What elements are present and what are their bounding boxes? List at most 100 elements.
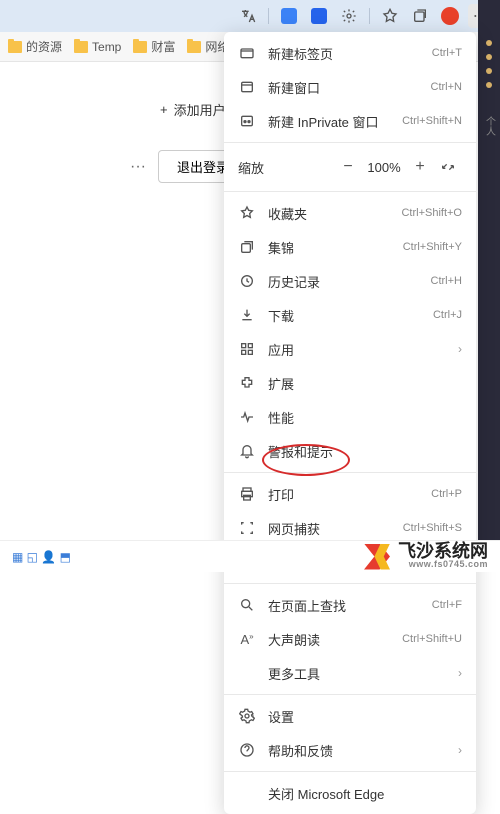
sidebar-dot[interactable]: [486, 40, 492, 46]
menu-performance[interactable]: 性能: [224, 400, 476, 434]
menu-shortcut: Ctrl+Shift+S: [403, 522, 462, 534]
menu-shortcut: Ctrl+Shift+U: [402, 633, 462, 645]
brand-url: www.fs0745.com: [409, 560, 488, 569]
gear-icon[interactable]: [337, 4, 361, 28]
menu-label: 警报和提示: [268, 442, 462, 461]
bookmark-label: Temp: [92, 40, 121, 54]
menu-label: 大声朗读: [268, 630, 402, 649]
menu-label: 在页面上查找: [268, 596, 432, 615]
favorites-icon[interactable]: [378, 4, 402, 28]
menu-separator: [224, 694, 476, 695]
menu-print[interactable]: 打印Ctrl+P: [224, 477, 476, 511]
bell-icon: [238, 443, 256, 459]
menu-separator: [224, 472, 476, 473]
sidebar-dot[interactable]: [486, 68, 492, 74]
menu-label: 网页捕获: [268, 519, 403, 538]
collections-icon[interactable]: [408, 4, 432, 28]
menu-separator: [224, 583, 476, 584]
menu-new-window[interactable]: 新建窗口Ctrl+N: [224, 70, 476, 104]
extension-icon: [238, 375, 256, 391]
menu-shortcut: Ctrl+T: [432, 47, 462, 59]
menu-new-tab[interactable]: 新建标签页Ctrl+T: [224, 36, 476, 70]
menu-alerts[interactable]: 警报和提示: [224, 434, 476, 468]
sidebar-dot[interactable]: [486, 82, 492, 88]
zoom-out-button[interactable]: −: [334, 153, 362, 181]
menu-shortcut: Ctrl+Shift+Y: [403, 241, 462, 253]
chevron-right-icon: ›: [458, 342, 462, 356]
menu-label: 下载: [268, 306, 433, 325]
zoom-label: 缩放: [238, 158, 334, 177]
bookmark-item[interactable]: 的资源: [8, 38, 62, 55]
menu-label: 设置: [268, 707, 462, 726]
menu-shortcut: Ctrl+Shift+O: [401, 207, 462, 219]
collections-icon: [238, 239, 256, 255]
menu-zoom: 缩放 − 100% +: [224, 147, 476, 187]
read-icon: A»: [238, 632, 256, 647]
apps-icon: [238, 341, 256, 357]
tab-icon: [238, 45, 256, 61]
inprivate-icon: [238, 113, 256, 129]
brand: 飞沙系统网 www.fs0745.com: [364, 542, 488, 571]
bookmark-item[interactable]: 财富: [133, 38, 175, 55]
capture-icon: [238, 520, 256, 536]
window-icon: [238, 79, 256, 95]
chevron-right-icon: ›: [458, 666, 462, 680]
menu-shortcut: Ctrl+H: [431, 275, 462, 287]
menu-apps[interactable]: 应用›: [224, 332, 476, 366]
search-icon: [238, 597, 256, 613]
plus-icon: +: [160, 102, 168, 117]
toolbar-divider: [268, 8, 269, 24]
menu-label: 更多工具: [268, 664, 458, 683]
menu-label: 性能: [268, 408, 462, 427]
menu-label: 帮助和反馈: [268, 741, 458, 760]
more-dots-button[interactable]: ···: [130, 158, 146, 176]
app1-icon[interactable]: [277, 4, 301, 28]
menu-collections[interactable]: 集锦Ctrl+Shift+Y: [224, 230, 476, 264]
menu-separator: [224, 191, 476, 192]
fullscreen-button[interactable]: [434, 153, 462, 181]
watermark-footer: ▦ ◱ 👤 ⬒ 飞沙系统网 www.fs0745.com: [0, 540, 500, 572]
chevron-right-icon: ›: [458, 743, 462, 757]
gear-icon: [238, 708, 256, 724]
menu-settings[interactable]: 设置: [224, 699, 476, 733]
download-icon: [238, 307, 256, 323]
menu-favorites[interactable]: 收藏夹Ctrl+Shift+O: [224, 196, 476, 230]
menu-help[interactable]: 帮助和反馈›: [224, 733, 476, 767]
menu-label: 新建标签页: [268, 44, 432, 63]
menu-history[interactable]: 历史记录Ctrl+H: [224, 264, 476, 298]
pulse-icon: [238, 409, 256, 425]
menu-read-aloud[interactable]: A» 大声朗读Ctrl+Shift+U: [224, 622, 476, 656]
browser-menu: 新建标签页Ctrl+T 新建窗口Ctrl+N 新建 InPrivate 窗口Ct…: [224, 32, 476, 814]
menu-find[interactable]: 在页面上查找Ctrl+F: [224, 588, 476, 622]
sidebar-label: 个人: [482, 116, 497, 136]
menu-label: 关闭 Microsoft Edge: [268, 784, 462, 803]
history-icon: [238, 273, 256, 289]
menu-label: 新建 InPrivate 窗口: [268, 112, 402, 131]
footer-icons: ▦ ◱ 👤 ⬒: [12, 550, 71, 564]
menu-more-tools[interactable]: 更多工具›: [224, 656, 476, 690]
menu-shortcut: Ctrl+P: [431, 488, 462, 500]
zoom-in-button[interactable]: +: [406, 153, 434, 181]
brand-name: 飞沙系统网: [398, 542, 488, 560]
bookmark-item[interactable]: Temp: [74, 40, 121, 54]
menu-close-edge[interactable]: 关闭 Microsoft Edge: [224, 776, 476, 810]
translate-icon[interactable]: [236, 4, 260, 28]
menu-separator: [224, 771, 476, 772]
menu-shortcut: Ctrl+N: [431, 81, 462, 93]
sidebar-dot[interactable]: [486, 54, 492, 60]
brand-logo-icon: [364, 544, 390, 570]
menu-label: 历史记录: [268, 272, 431, 291]
bookmark-label: 的资源: [26, 38, 62, 55]
help-icon: [238, 742, 256, 758]
bookmark-label: 财富: [151, 38, 175, 55]
menu-extensions[interactable]: 扩展: [224, 366, 476, 400]
menu-downloads[interactable]: 下载Ctrl+J: [224, 298, 476, 332]
menu-new-inprivate[interactable]: 新建 InPrivate 窗口Ctrl+Shift+N: [224, 104, 476, 138]
browser-toolbar: [0, 0, 500, 32]
app2-icon[interactable]: [307, 4, 331, 28]
menu-shortcut: Ctrl+J: [433, 309, 462, 321]
menu-label: 打印: [268, 485, 431, 504]
menu-separator: [224, 142, 476, 143]
print-icon: [238, 486, 256, 502]
avatar-icon[interactable]: [438, 4, 462, 28]
